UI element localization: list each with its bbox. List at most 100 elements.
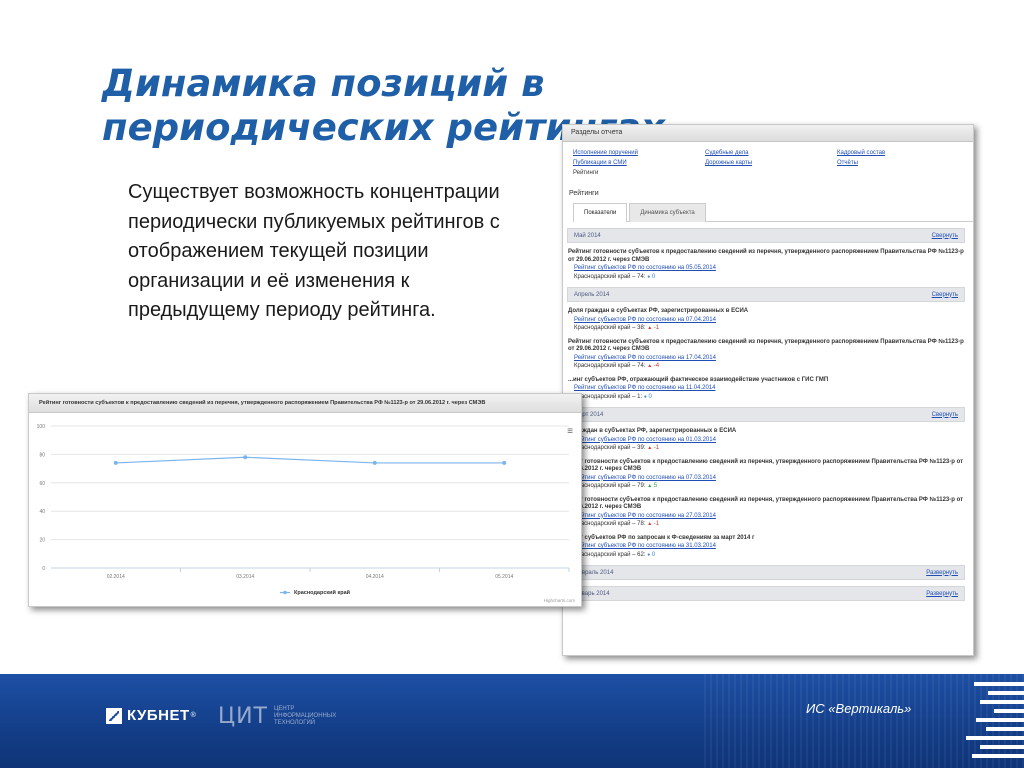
rating-link[interactable]: Рейтинг субъектов РФ по состоянию на 07.…	[574, 475, 716, 481]
y-tick-label: 0	[42, 566, 45, 572]
rating-link[interactable]: Рейтинг субъектов РФ по состоянию на 17.…	[574, 355, 716, 361]
position-change: -1	[652, 325, 660, 331]
position-change: 5	[652, 483, 658, 489]
chart-credit[interactable]: Highcharts.com	[544, 598, 575, 603]
rating-position-row: Краснодарский край – 38: ▲ -1	[568, 324, 965, 333]
period-header: Апрель 2014 Свернуть	[567, 287, 965, 302]
cit-mark: ЦИТ	[218, 704, 268, 729]
rating-link[interactable]: Рейтинг субъектов РФ по состоянию на 11.…	[574, 385, 715, 391]
section-link-orders[interactable]: Исполнение поручений	[573, 148, 701, 158]
rating-link-row: Рейтинг субъектов РФ по состоянию на 31.…	[568, 542, 965, 551]
rating-position-row: Краснодарский край – 79: ▲ 5	[568, 482, 965, 491]
y-tick-label: 100	[37, 424, 46, 430]
rating-link-row: Рейтинг субъектов РФ по состоянию на 27.…	[568, 512, 965, 521]
position-change: 0	[650, 273, 656, 280]
registered-mark: ®	[190, 712, 196, 719]
sections-column-3: Кадровый состав Отчёты	[837, 148, 965, 178]
series-line	[115, 456, 505, 464]
rating-item: Рейтинг готовности субъектов к предостав…	[567, 249, 965, 281]
ratings-heading: Рейтинги	[569, 190, 599, 197]
y-tick-label: 60	[39, 481, 45, 487]
rating-position-row: Краснодарский край – 74: ▲ -4	[568, 362, 965, 371]
region-position: Краснодарский край – 62:	[574, 551, 648, 558]
y-tick-label: 80	[39, 452, 45, 458]
data-point	[113, 460, 118, 465]
rating-link-row: Рейтинг субъектов РФ по состоянию на 17.…	[568, 354, 965, 363]
footer-bar: КУБНЕТ ® ЦИТ ЦЕНТР ИНФОРМАЦИОННЫХ ТЕХНОЛ…	[0, 674, 1024, 768]
kubnet-wordmark: КУБНЕТ	[127, 707, 190, 724]
x-tick-label: 02.2014	[107, 574, 125, 580]
chart-window: Рейтинг готовности субъектов к предостав…	[28, 393, 582, 607]
rating-title: ...инг готовности субъектов к предоставл…	[568, 496, 964, 511]
legend-label: Краснодарский край	[294, 589, 350, 596]
decorative-lines-icon	[964, 674, 1024, 768]
position-change: 0	[646, 393, 652, 400]
expand-link[interactable]: Развернуть	[926, 591, 958, 597]
chart-title: Рейтинг готовности субъектов к предостав…	[29, 394, 581, 413]
sections-column-1: Исполнение поручений Публикации в СМИ Ре…	[573, 148, 701, 178]
region-position: Краснодарский край – 1:	[574, 393, 644, 400]
rating-title: ...инг субъектов РФ по запросам к Ф-свед…	[568, 534, 755, 541]
rating-title: Доля граждан в субъектах РФ, зарегистрир…	[568, 308, 749, 314]
rating-link-row: Рейтинг субъектов РФ по состоянию на 11.…	[568, 384, 965, 393]
section-link-staff[interactable]: Кадровый состав	[837, 148, 965, 158]
rating-item: Рейтинг готовности субъектов к предостав…	[567, 339, 965, 371]
expand-link[interactable]: Развернуть	[926, 570, 958, 576]
x-tick-label: 03.2014	[236, 574, 254, 580]
region-position: Краснодарский край – 74:	[574, 363, 648, 369]
y-tick-label: 20	[39, 538, 45, 544]
collapse-link[interactable]: Свернуть	[932, 292, 958, 298]
section-link-media[interactable]: Публикации в СМИ	[573, 158, 701, 168]
data-point	[502, 460, 507, 465]
rating-link[interactable]: Рейтинг субъектов РФ по состоянию на 27.…	[574, 513, 716, 519]
hamburger-icon[interactable]: ≡	[567, 427, 573, 437]
region-position: Краснодарский край – 74:	[574, 273, 648, 280]
ratings-list: Май 2014 Свернуть Рейтинг готовности субъе…	[563, 222, 973, 601]
rating-position-row: Краснодарский край – 1: ● 0	[568, 393, 965, 402]
rating-title: Рейтинг готовности субъектов к предостав…	[568, 249, 964, 263]
x-tick-label: 04.2014	[366, 574, 384, 580]
position-change: -1	[652, 445, 660, 451]
rating-title: Рейтинг готовности субъектов к предостав…	[568, 338, 964, 353]
rating-position-row: Краснодарский край – 39: ▲ -1	[568, 444, 965, 453]
region-position: Краснодарский край – 78:	[574, 521, 648, 527]
period-header: Февраль 2014 Развернуть	[567, 565, 965, 580]
cit-caption: ЦЕНТР ИНФОРМАЦИОННЫХ ТЕХНОЛОГИЙ	[273, 706, 337, 726]
rating-title: ...инг субъектов РФ, отражающий фактичес…	[568, 376, 829, 383]
report-sections-list: Исполнение поручений Публикации в СМИ Ре…	[563, 142, 973, 182]
period-month[interactable]: Апрель 2014	[574, 292, 609, 298]
rating-position-row: Краснодарский край – 78: ▲ -1	[568, 520, 965, 529]
collapse-link[interactable]: Свернуть	[932, 412, 958, 418]
report-sections-header: Разделы отчета	[563, 125, 973, 142]
section-current-ratings: Рейтинги	[573, 170, 599, 176]
rating-link[interactable]: Рейтинг субъектов РФ по состоянию на 05.…	[574, 265, 716, 271]
period-header: Май 2014 Свернуть	[567, 228, 965, 243]
position-change: -4	[652, 363, 660, 369]
section-link-court[interactable]: Судебные дела	[705, 148, 833, 158]
rating-link[interactable]: Рейтинг субъектов РФ по состоянию на 31.…	[574, 543, 716, 549]
section-link-reports[interactable]: Отчёты	[837, 158, 965, 168]
rating-item: ...граждан в субъектах РФ, зарегистриров…	[567, 428, 965, 453]
position-change: 0	[650, 551, 656, 558]
tab-subject-dynamics[interactable]: Динамика субъекта	[629, 203, 706, 222]
rating-link-row: Рейтинг субъектов РФ по состоянию на 05.…	[568, 264, 965, 273]
slide-body-text: Существует возможность концентрации пери…	[128, 181, 500, 321]
data-point	[243, 455, 248, 460]
rating-item: ...инг субъектов РФ по запросам к Ф-свед…	[567, 535, 965, 560]
rating-link[interactable]: Рейтинг субъектов РФ по состоянию на 07.…	[574, 317, 716, 323]
region-position: Краснодарский край – 79:	[574, 483, 648, 489]
collapse-link[interactable]: Свернуть	[932, 233, 958, 239]
rating-link[interactable]: Рейтинг субъектов РФ по состоянию на 01.…	[574, 437, 716, 443]
position-change: -1	[652, 521, 660, 527]
section-link-roadmaps[interactable]: Дорожные карты	[705, 158, 833, 168]
rating-link-row: Рейтинг субъектов РФ по состоянию на 07.…	[568, 316, 965, 325]
ratings-tabs: Показатели Динамика субъекта	[573, 203, 973, 222]
system-name: ИС «Вертикаль»	[806, 701, 912, 716]
line-chart: 0 20 40 60 80 100 02.2014 03.2014 04.2014 05.2014…	[37, 424, 570, 596]
tab-indicators[interactable]: Показатели	[573, 203, 628, 222]
rating-item: ...инг готовности субъектов к предоставл…	[567, 459, 965, 491]
rating-position-row: Краснодарский край – 62: ● 0	[568, 551, 965, 560]
period-month[interactable]: Май 2014	[574, 233, 601, 239]
data-point	[372, 460, 377, 465]
kubnet-mark-icon	[106, 707, 122, 724]
